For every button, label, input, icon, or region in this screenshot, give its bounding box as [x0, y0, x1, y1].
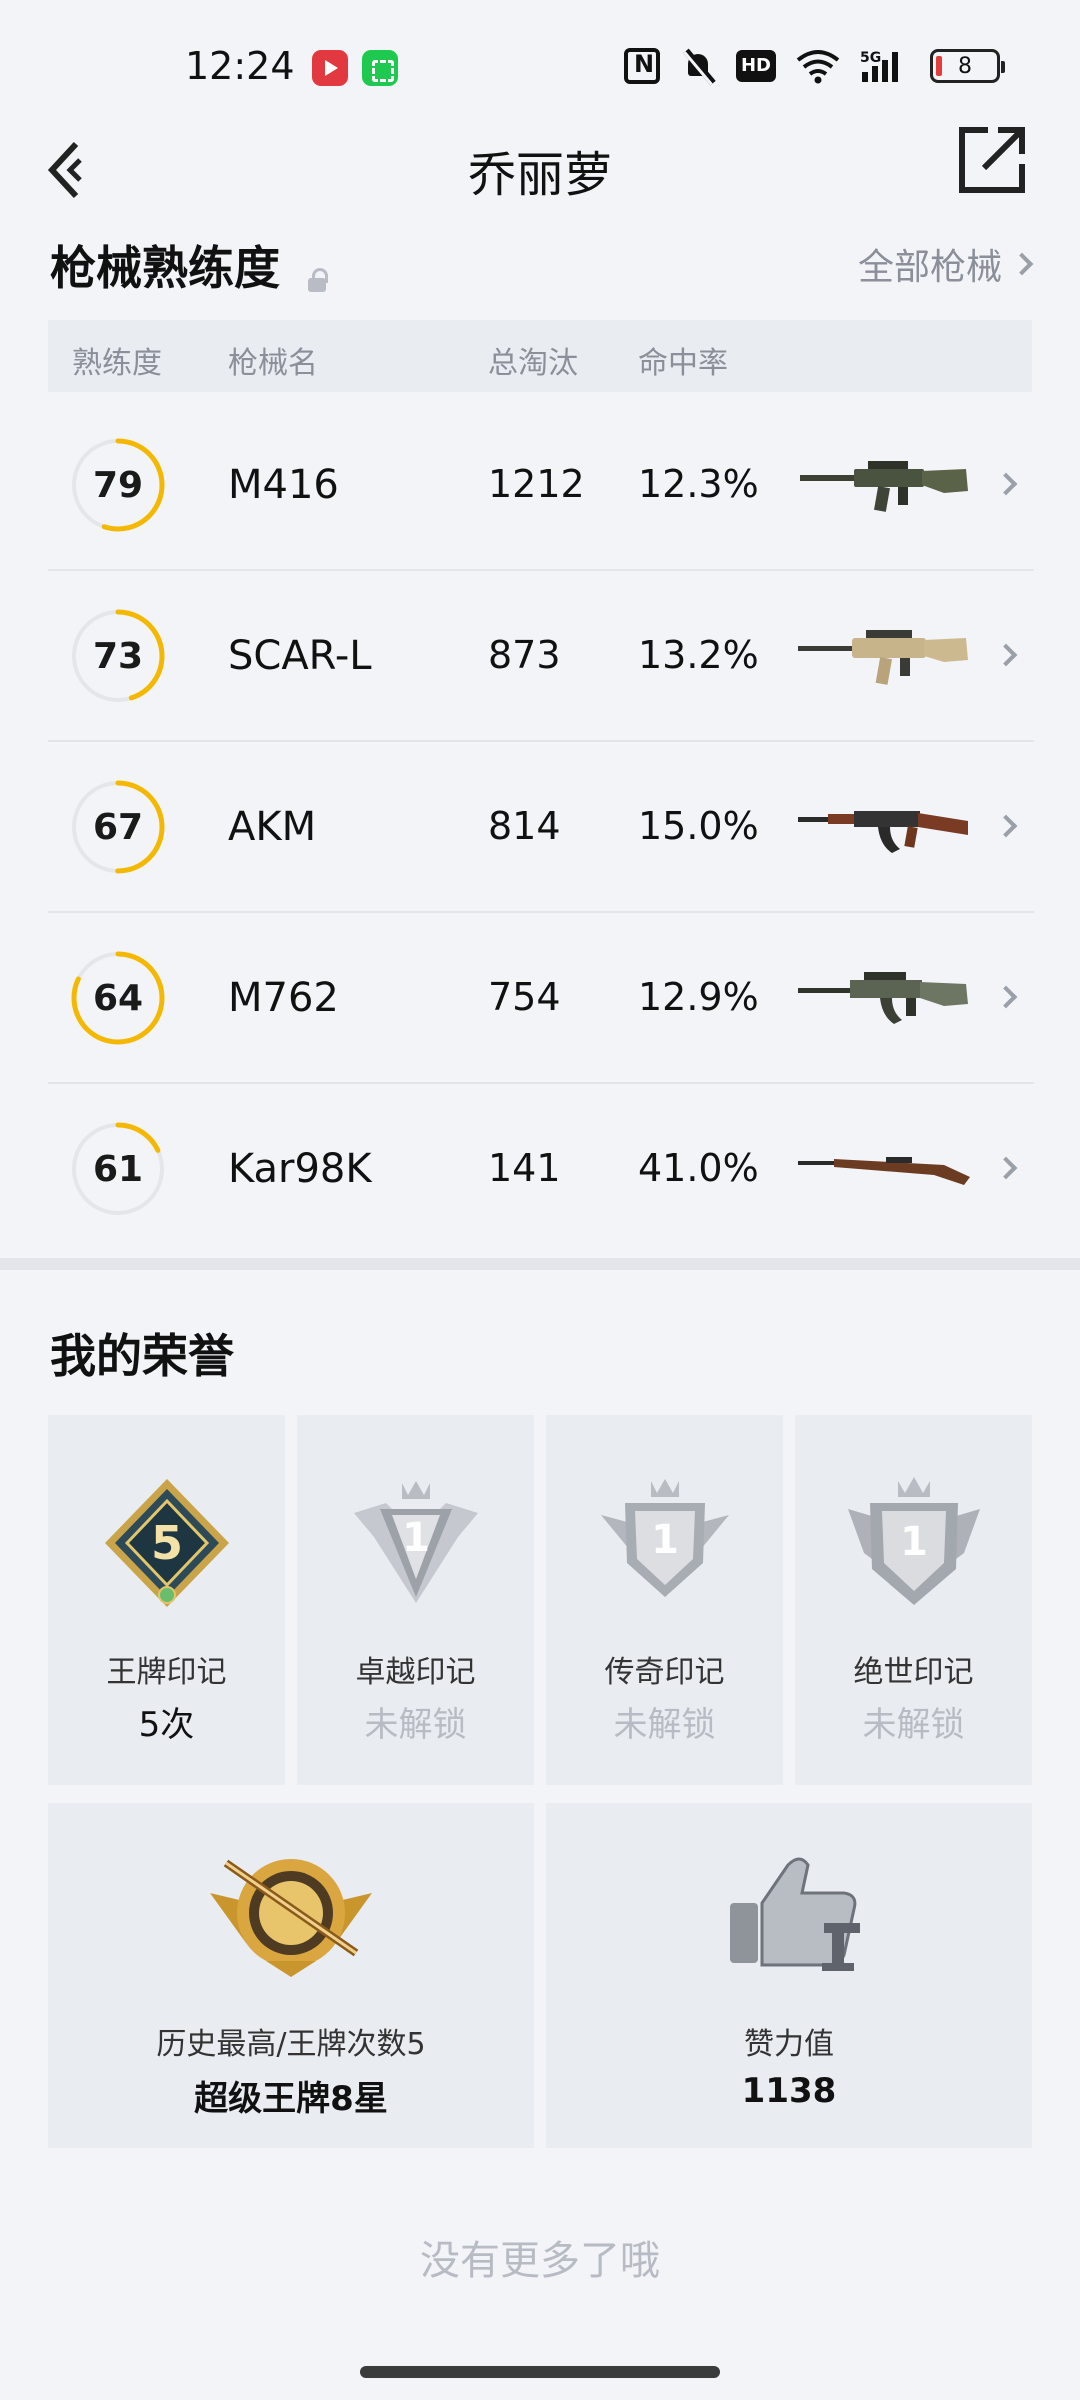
weapon-kills: 1212 — [488, 462, 585, 506]
weapon-row[interactable]: 73 SCAR-L 873 13.2% — [48, 571, 1034, 742]
chevron-right-icon — [994, 472, 1018, 496]
header-weapon-name: 枪械名 — [228, 346, 318, 381]
page-title: 乔丽萝 — [467, 147, 612, 203]
weapon-list: 79 M416 1212 12.3% 73 SCAR-L 873 13.2% 6… — [48, 400, 1034, 1255]
super-ace-rank-emblem-icon — [210, 1859, 372, 1977]
honor-name: 传奇印记 — [604, 1655, 725, 1690]
battery-icon: 8 — [930, 49, 1005, 83]
weapon-kills: 754 — [488, 975, 561, 1019]
weapon-hit-rate: 12.9% — [638, 975, 759, 1019]
no-more-text: 没有更多了哦 — [420, 2238, 660, 2284]
weapon-name: M762 — [228, 975, 339, 1021]
weapon-hit-rate: 12.3% — [638, 462, 759, 506]
proficiency-level: 67 — [92, 806, 144, 848]
all-weapons-label: 全部枪械 — [857, 247, 1002, 288]
ace-mark-emblem-icon: 5 — [104, 1479, 229, 1607]
weapon-hit-rate: 13.2% — [638, 633, 759, 677]
chevron-right-icon — [994, 814, 1018, 838]
likes-value: 1138 — [741, 2071, 837, 2111]
highest-rank-value: 超级王牌8星 — [194, 2079, 388, 2119]
weapon-kills: 814 — [488, 804, 561, 848]
chevron-right-icon — [994, 1156, 1018, 1180]
honor-name: 卓越印记 — [355, 1655, 476, 1690]
chevron-right-icon — [994, 643, 1018, 667]
weapon-kills: 873 — [488, 633, 561, 677]
header-hit-rate: 命中率 — [638, 346, 728, 381]
share-external-icon[interactable] — [954, 122, 1030, 198]
proficiency-level: 79 — [92, 464, 144, 506]
svg-text:1: 1 — [402, 1515, 430, 1561]
svg-text:5G: 5G — [860, 50, 881, 66]
m762-rifle-icon — [798, 972, 968, 1024]
honors-section-header: 我的荣誉 — [50, 1320, 1030, 1390]
weapon-kills: 141 — [488, 1146, 561, 1190]
honor-card-ace[interactable]: 5 王牌印记 5次 — [48, 1415, 285, 1785]
scar-rifle-icon — [798, 630, 968, 685]
signal-5g-icon: 5G — [860, 48, 910, 84]
weapon-name: Kar98K — [228, 1146, 372, 1192]
akm-rifle-icon — [798, 811, 968, 853]
header-proficiency: 熟练度 — [72, 346, 162, 381]
nav-bar: 乔丽萝 — [0, 110, 1080, 230]
honor-card-excellence[interactable]: 1 卓越印记 未解锁 — [297, 1415, 534, 1785]
honor-value: 未解锁 — [364, 1705, 467, 1745]
highest-rank-label: 历史最高/王牌次数5 — [156, 2027, 426, 2062]
svg-text:5: 5 — [150, 1516, 182, 1570]
proficiency-level: 61 — [92, 1148, 144, 1190]
peerless-mark-emblem-icon: 1 — [847, 1477, 980, 1605]
weapon-name: SCAR-L — [228, 633, 372, 679]
chevron-right-icon — [1010, 252, 1034, 276]
svg-text:1: 1 — [900, 1519, 928, 1565]
weapons-section-header: 枪械熟练度 全部枪械 — [50, 232, 1034, 302]
wifi-icon — [796, 48, 840, 84]
nfc-icon — [624, 48, 660, 84]
honor-name: 王牌印记 — [106, 1655, 227, 1690]
honor-card-peerless[interactable]: 1 绝世印记 未解锁 — [795, 1415, 1032, 1785]
lock-icon — [305, 267, 329, 292]
system-icons: HD 5G 8 — [624, 48, 1005, 84]
proficiency-level: 73 — [92, 635, 144, 677]
header-kills: 总淘汰 — [488, 346, 578, 381]
weapon-table-header: 熟练度 枪械名 总淘汰 命中率 — [48, 320, 1032, 392]
weapon-row[interactable]: 64 M762 754 12.9% — [48, 913, 1034, 1084]
highest-rank-card[interactable]: 历史最高/王牌次数5 超级王牌8星 — [48, 1803, 534, 2148]
thumbs-up-icon — [730, 1857, 860, 1971]
svg-text:1: 1 — [651, 1517, 679, 1563]
honor-value: 5次 — [138, 1705, 195, 1745]
legend-mark-emblem-icon: 1 — [600, 1479, 729, 1597]
likes-label: 赞力值 — [744, 2027, 834, 2062]
mute-icon — [680, 48, 716, 84]
all-weapons-link[interactable]: 全部枪械 — [857, 238, 1034, 290]
likes-card[interactable]: 赞力值 1138 — [546, 1803, 1032, 2148]
weapon-name: M416 — [228, 462, 339, 508]
weapon-row[interactable]: 67 AKM 814 15.0% — [48, 742, 1034, 913]
honor-grid: 5 王牌印记 5次 1 卓越印记 未解锁 1 传奇印记 未解锁 1 绝世印记 未… — [48, 1415, 1032, 2148]
section-divider — [0, 1258, 1080, 1270]
honor-name: 绝世印记 — [853, 1655, 974, 1690]
green-app-icon — [362, 50, 398, 86]
hd-icon: HD — [736, 50, 776, 82]
excellence-mark-emblem-icon: 1 — [353, 1481, 478, 1603]
honors-section-title: 我的荣誉 — [50, 1329, 234, 1383]
weapon-row[interactable]: 61 Kar98K 141 41.0% — [48, 1084, 1034, 1255]
chevron-right-icon — [994, 985, 1018, 1009]
honor-value: 未解锁 — [613, 1705, 716, 1745]
proficiency-level: 64 — [92, 977, 144, 1019]
m416-rifle-icon — [800, 461, 968, 512]
honor-value: 未解锁 — [862, 1705, 965, 1745]
weapon-hit-rate: 15.0% — [638, 804, 759, 848]
kar98k-rifle-icon — [798, 1157, 970, 1185]
weapon-row[interactable]: 79 M416 1212 12.3% — [48, 400, 1034, 571]
home-indicator[interactable] — [360, 2366, 720, 2378]
video-app-icon — [312, 50, 348, 86]
honor-card-legend[interactable]: 1 传奇印记 未解锁 — [546, 1415, 783, 1785]
weapon-name: AKM — [228, 804, 317, 850]
status-time: 12:24 — [185, 44, 295, 88]
weapon-hit-rate: 41.0% — [638, 1146, 759, 1190]
weapons-section-title: 枪械熟练度 — [50, 241, 280, 295]
